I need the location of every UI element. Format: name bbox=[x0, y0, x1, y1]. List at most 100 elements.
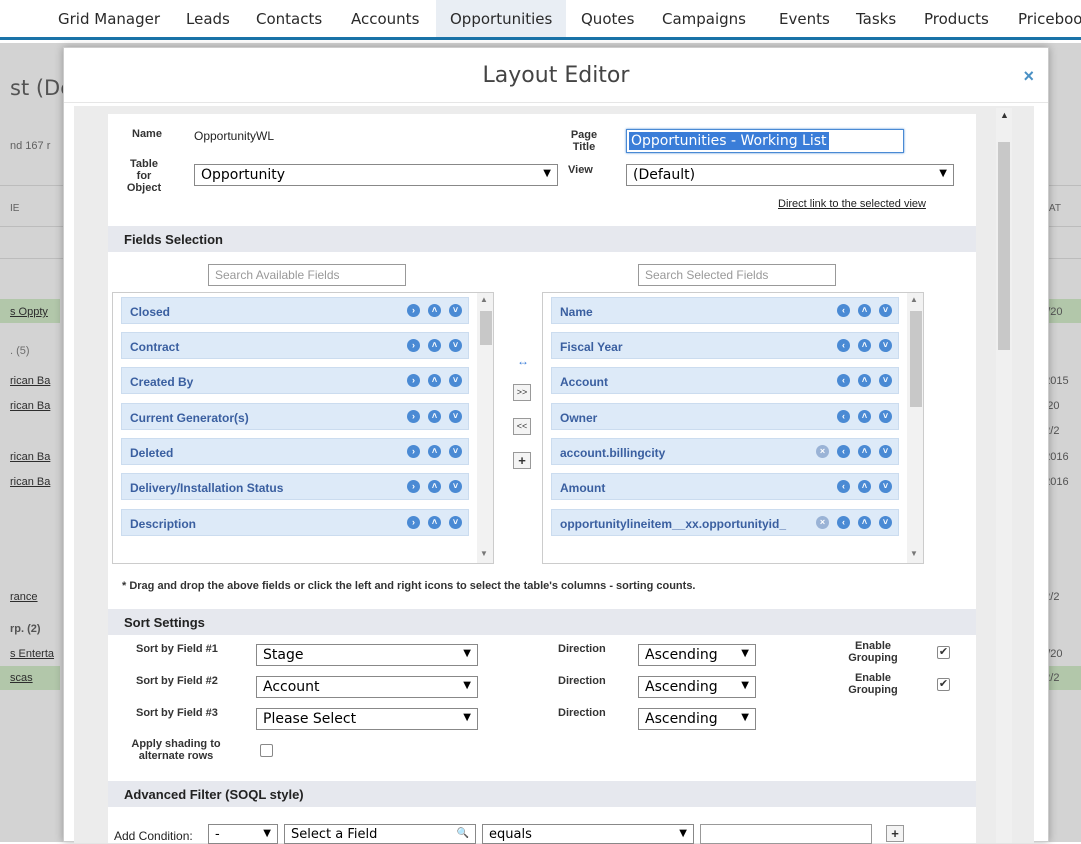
available-field-item[interactable]: Current Generator(s) › ˄ ˅ bbox=[121, 403, 469, 430]
move-down-icon[interactable]: ˅ bbox=[879, 410, 892, 423]
close-icon[interactable]: × bbox=[1023, 66, 1034, 87]
modal-scrollbar[interactable]: ▲ bbox=[996, 108, 1012, 843]
sort-field-1-select[interactable]: Stage ▼ bbox=[256, 644, 478, 666]
tab-grid-manager[interactable]: Grid Manager bbox=[58, 10, 160, 28]
move-up-icon[interactable]: ˄ bbox=[858, 480, 871, 493]
move-down-icon[interactable]: ˅ bbox=[449, 410, 462, 423]
available-field-item[interactable]: Deleted › ˄ ˅ bbox=[121, 438, 469, 465]
move-up-icon[interactable]: ˄ bbox=[428, 304, 441, 317]
move-left-icon[interactable]: ‹ bbox=[837, 339, 850, 352]
move-up-icon[interactable]: ˄ bbox=[858, 374, 871, 387]
move-up-icon[interactable]: ˄ bbox=[858, 516, 871, 529]
selected-field-item[interactable]: Fiscal Year ‹ ˄ ˅ bbox=[551, 332, 899, 359]
move-up-icon[interactable]: ˄ bbox=[858, 410, 871, 423]
move-down-icon[interactable]: ˅ bbox=[449, 480, 462, 493]
sort-field-3-select[interactable]: Please Select ▼ bbox=[256, 708, 478, 730]
condition-logic-select[interactable]: - ▼ bbox=[208, 824, 278, 844]
tab-campaigns[interactable]: Campaigns bbox=[662, 10, 746, 28]
move-up-icon[interactable]: ˄ bbox=[428, 480, 441, 493]
move-up-icon[interactable]: ˄ bbox=[428, 339, 441, 352]
move-down-icon[interactable]: ˅ bbox=[449, 304, 462, 317]
selected-field-item[interactable]: Amount ‹ ˄ ˅ bbox=[551, 473, 899, 500]
move-down-icon[interactable]: ˅ bbox=[449, 516, 462, 529]
search-available-fields-input[interactable]: Search Available Fields bbox=[208, 264, 406, 286]
move-left-icon[interactable]: ‹ bbox=[837, 480, 850, 493]
move-down-icon[interactable]: ˅ bbox=[449, 374, 462, 387]
sort-settings-header: Sort Settings bbox=[108, 609, 976, 635]
move-down-icon[interactable]: ˅ bbox=[879, 445, 892, 458]
move-left-icon[interactable]: ‹ bbox=[837, 374, 850, 387]
move-down-icon[interactable]: ˅ bbox=[879, 516, 892, 529]
move-down-icon[interactable]: ˅ bbox=[449, 339, 462, 352]
move-right-icon[interactable]: › bbox=[407, 339, 420, 352]
move-left-icon[interactable]: ‹ bbox=[837, 304, 850, 317]
move-up-icon[interactable]: ˄ bbox=[858, 339, 871, 352]
move-up-icon[interactable]: ˄ bbox=[428, 374, 441, 387]
sort-field-2-select[interactable]: Account ▼ bbox=[256, 676, 478, 698]
condition-operator-select[interactable]: equals ▼ bbox=[482, 824, 694, 844]
move-left-icon[interactable]: ‹ bbox=[837, 516, 850, 529]
move-up-icon[interactable]: ˄ bbox=[858, 445, 871, 458]
move-up-icon[interactable]: ˄ bbox=[428, 445, 441, 458]
selected-fields-list[interactable]: Name ‹ ˄ ˅ Fiscal Year ‹ ˄ ˅ Account ‹ ˄… bbox=[542, 292, 924, 564]
move-down-icon[interactable]: ˅ bbox=[879, 480, 892, 493]
move-right-icon[interactable]: › bbox=[407, 516, 420, 529]
tab-products[interactable]: Products bbox=[924, 10, 989, 28]
selected-list-scrollbar[interactable]: ▲ ▼ bbox=[907, 293, 923, 563]
available-list-scrollbar[interactable]: ▲ ▼ bbox=[477, 293, 493, 563]
tab-contacts[interactable]: Contacts bbox=[256, 10, 322, 28]
enable-grouping-1-checkbox[interactable]: ✔ bbox=[937, 646, 950, 659]
tab-leads[interactable]: Leads bbox=[186, 10, 230, 28]
direction-2-select[interactable]: Ascending ▼ bbox=[638, 676, 756, 698]
available-field-item[interactable]: Closed › ˄ ˅ bbox=[121, 297, 469, 324]
page-title-input[interactable]: Opportunities - Working List bbox=[626, 129, 904, 153]
move-right-icon[interactable]: › bbox=[407, 445, 420, 458]
table-object-select[interactable]: Opportunity ▼ bbox=[194, 164, 558, 186]
tab-quotes[interactable]: Quotes bbox=[581, 10, 634, 28]
enable-grouping-2-checkbox[interactable]: ✔ bbox=[937, 678, 950, 691]
tab-events[interactable]: Events bbox=[779, 10, 830, 28]
direct-link[interactable]: Direct link to the selected view bbox=[778, 198, 926, 210]
direction-1-select[interactable]: Ascending ▼ bbox=[638, 644, 756, 666]
add-field-button[interactable]: + bbox=[513, 452, 531, 469]
move-right-icon[interactable]: › bbox=[407, 480, 420, 493]
available-field-item[interactable]: Created By › ˄ ˅ bbox=[121, 367, 469, 394]
available-fields-list[interactable]: Closed › ˄ ˅ Contract › ˄ ˅ Created By ›… bbox=[112, 292, 494, 564]
remove-icon[interactable]: × bbox=[816, 516, 829, 529]
move-down-icon[interactable]: ˅ bbox=[879, 374, 892, 387]
tab-tasks[interactable]: Tasks bbox=[856, 10, 896, 28]
search-selected-fields-input[interactable]: Search Selected Fields bbox=[638, 264, 836, 286]
tab-opportunities[interactable]: Opportunities bbox=[436, 0, 567, 37]
move-down-icon[interactable]: ˅ bbox=[879, 304, 892, 317]
available-field-item[interactable]: Description › ˄ ˅ bbox=[121, 509, 469, 536]
move-all-right-button[interactable]: >> bbox=[513, 384, 531, 401]
remove-icon[interactable]: × bbox=[816, 445, 829, 458]
move-left-icon[interactable]: ‹ bbox=[837, 410, 850, 423]
selected-field-item[interactable]: account.billingcity × ‹ ˄ ˅ bbox=[551, 438, 899, 465]
move-up-icon[interactable]: ˄ bbox=[428, 516, 441, 529]
move-down-icon[interactable]: ˅ bbox=[449, 445, 462, 458]
add-condition-button[interactable]: + bbox=[886, 825, 904, 842]
selected-field-item[interactable]: Name ‹ ˄ ˅ bbox=[551, 297, 899, 324]
shading-checkbox[interactable] bbox=[260, 744, 273, 757]
move-all-left-button[interactable]: << bbox=[513, 418, 531, 435]
selected-field-item[interactable]: Owner ‹ ˄ ˅ bbox=[551, 403, 899, 430]
selected-field-item[interactable]: Account ‹ ˄ ˅ bbox=[551, 367, 899, 394]
swap-icon[interactable]: ↔ bbox=[517, 354, 529, 368]
condition-field-select[interactable]: Select a Field 🔍 bbox=[284, 824, 476, 844]
available-field-item[interactable]: Delivery/Installation Status › ˄ ˅ bbox=[121, 473, 469, 500]
move-left-icon[interactable]: ‹ bbox=[837, 445, 850, 458]
tab-accounts[interactable]: Accounts bbox=[351, 10, 419, 28]
move-right-icon[interactable]: › bbox=[407, 374, 420, 387]
selected-field-item[interactable]: opportunitylineitem__xx.opportunityid_ ×… bbox=[551, 509, 899, 536]
tab-pricebooks[interactable]: Priceboo bbox=[1018, 10, 1081, 28]
move-down-icon[interactable]: ˅ bbox=[879, 339, 892, 352]
condition-value-input[interactable] bbox=[700, 824, 872, 844]
available-field-item[interactable]: Contract › ˄ ˅ bbox=[121, 332, 469, 359]
move-up-icon[interactable]: ˄ bbox=[428, 410, 441, 423]
move-up-icon[interactable]: ˄ bbox=[858, 304, 871, 317]
direction-3-select[interactable]: Ascending ▼ bbox=[638, 708, 756, 730]
move-right-icon[interactable]: › bbox=[407, 304, 420, 317]
view-select[interactable]: (Default) ▼ bbox=[626, 164, 954, 186]
move-right-icon[interactable]: › bbox=[407, 410, 420, 423]
